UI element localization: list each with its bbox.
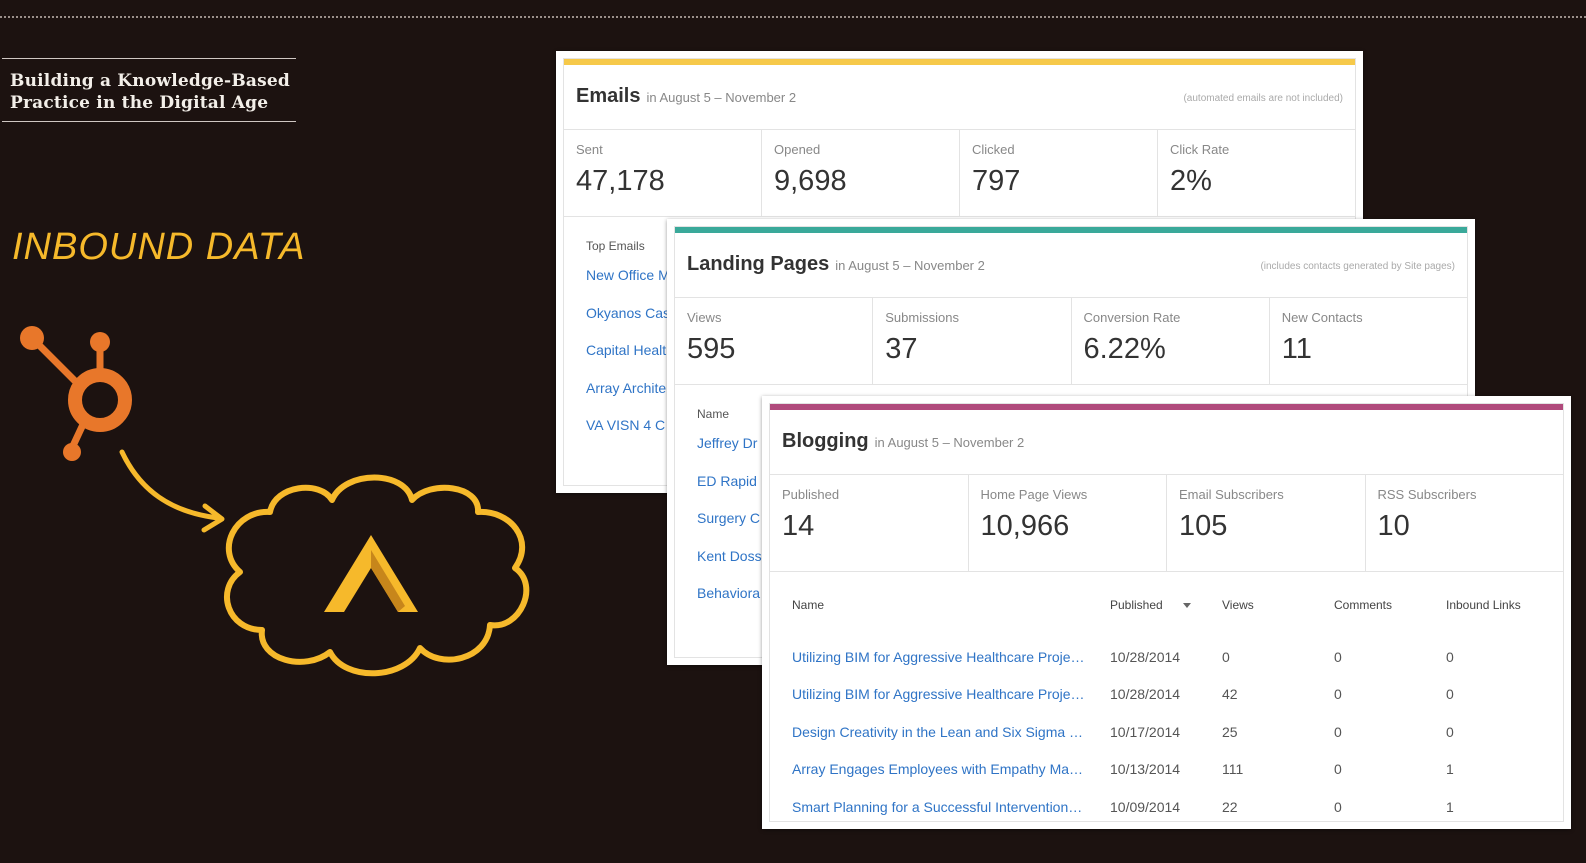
post-published: 10/13/2014 (1110, 761, 1181, 778)
post-published: 10/28/2014 (1110, 648, 1181, 665)
post-title-link[interactable]: Utilizing BIM for Aggressive Healthcare … (792, 638, 1110, 676)
post-inbound-links: 0 (1446, 723, 1454, 740)
table-row: Smart Planning for a Successful Interven… (792, 788, 1546, 826)
illustration (20, 326, 530, 677)
stat-opened: Opened 9,698 (762, 130, 960, 216)
blog-posts-table: Name Published Views Comments Inbound Li… (792, 594, 1546, 826)
table-row: Array Engages Employees with Empathy Ma…… (792, 751, 1546, 789)
stat-email-subscribers: Email Subscribers 105 (1167, 475, 1366, 571)
post-comments: 0 (1334, 686, 1342, 703)
column-name[interactable]: Name (792, 594, 1110, 638)
post-comments: 0 (1334, 798, 1342, 815)
column-inbound-links[interactable]: Inbound Links (1446, 594, 1546, 638)
sort-down-icon[interactable] (1182, 603, 1191, 609)
table-row: Utilizing BIM for Aggressive Healthcare … (792, 676, 1546, 714)
post-comments: 0 (1334, 761, 1342, 778)
stat-views: Views 595 (675, 298, 874, 384)
page-title: Building a Knowledge-Based Practice in t… (2, 58, 296, 122)
post-views: 0 (1222, 648, 1230, 665)
post-inbound-links: 0 (1446, 648, 1454, 665)
stat-conversion-rate: Conversion Rate 6.22% (1072, 298, 1270, 384)
post-published: 10/28/2014 (1110, 686, 1181, 703)
stat-sent: Sent 47,178 (564, 130, 762, 216)
title-line-1: Building a Knowledge-Based (10, 71, 290, 91)
emails-title: Emails (576, 85, 641, 107)
column-published[interactable]: Published (1110, 594, 1222, 638)
title-line-2: Practice in the Digital Age (10, 93, 269, 113)
arrow-icon (119, 449, 225, 533)
landing-header: Landing Pages in August 5 – November 2 (i… (675, 233, 1467, 298)
stat-clicked: Clicked 797 (960, 130, 1158, 216)
stat-published: Published 14 (770, 475, 969, 571)
column-views[interactable]: Views (1222, 594, 1334, 638)
emails-range: in August 5 – November 2 (646, 90, 797, 105)
table-row: Design Creativity in the Lean and Six Si… (792, 713, 1546, 751)
section-heading: INBOUND DATA (12, 226, 306, 268)
post-comments: 0 (1334, 723, 1342, 740)
emails-stats: Sent 47,178 Opened 9,698 Clicked 797 Click … (564, 130, 1355, 217)
table-header-row: Name Published Views Comments Inbound Li… (792, 594, 1546, 638)
post-views: 42 (1222, 686, 1238, 703)
post-views: 25 (1222, 723, 1238, 740)
emails-note: (automated emails are not included) (1183, 93, 1343, 104)
stat-click-rate: Click Rate 2% (1170, 142, 1230, 197)
post-comments: 0 (1334, 648, 1342, 665)
stat-submissions: Submissions 37 (873, 298, 1072, 384)
landing-stats: Views 595 Submissions 37 Conversion Rate 6.… (675, 298, 1467, 385)
blogging-range: in August 5 – November 2 (874, 435, 1025, 450)
blogging-card: Blogging in August 5 – November 2 Publish… (762, 396, 1571, 829)
post-inbound-links: 0 (1446, 686, 1454, 703)
blogging-stats: Published 14 Home Page Views 10,966 Email … (770, 475, 1563, 572)
blogging-title: Blogging (782, 430, 869, 452)
table-row: Utilizing BIM for Aggressive Healthcare … (792, 638, 1546, 676)
post-inbound-links: 1 (1446, 798, 1454, 815)
emails-header: Emails in August 5 – November 2 (automate… (564, 65, 1355, 130)
array-logo-icon (324, 535, 418, 612)
stat-new-contacts: New Contacts 11 (1281, 310, 1363, 365)
post-published: 10/17/2014 (1110, 723, 1181, 740)
post-views: 22 (1222, 798, 1238, 815)
post-title-link[interactable]: Design Creativity in the Lean and Six Si… (792, 713, 1110, 751)
post-inbound-links: 1 (1446, 761, 1454, 778)
stat-rss-subscribers: RSS Subscribers 10 (1377, 487, 1477, 542)
post-title-link[interactable]: Utilizing BIM for Aggressive Healthcare … (792, 676, 1110, 714)
column-comments[interactable]: Comments (1334, 594, 1446, 638)
landing-range: in August 5 – November 2 (835, 258, 985, 273)
post-published: 10/09/2014 (1110, 798, 1181, 815)
post-title-link[interactable]: Smart Planning for a Successful Interven… (792, 788, 1110, 826)
landing-title: Landing Pages (687, 253, 830, 275)
dotted-divider (0, 16, 1586, 18)
stat-home-page-views: Home Page Views 10,966 (969, 475, 1167, 571)
post-views: 111 (1222, 761, 1244, 778)
hubspot-sprocket-icon (20, 326, 132, 461)
post-title-link[interactable]: Array Engages Employees with Empathy Ma… (792, 751, 1110, 789)
landing-note: (includes contacts generated by Site pag… (1260, 261, 1455, 272)
blogging-header: Blogging in August 5 – November 2 (770, 410, 1563, 475)
